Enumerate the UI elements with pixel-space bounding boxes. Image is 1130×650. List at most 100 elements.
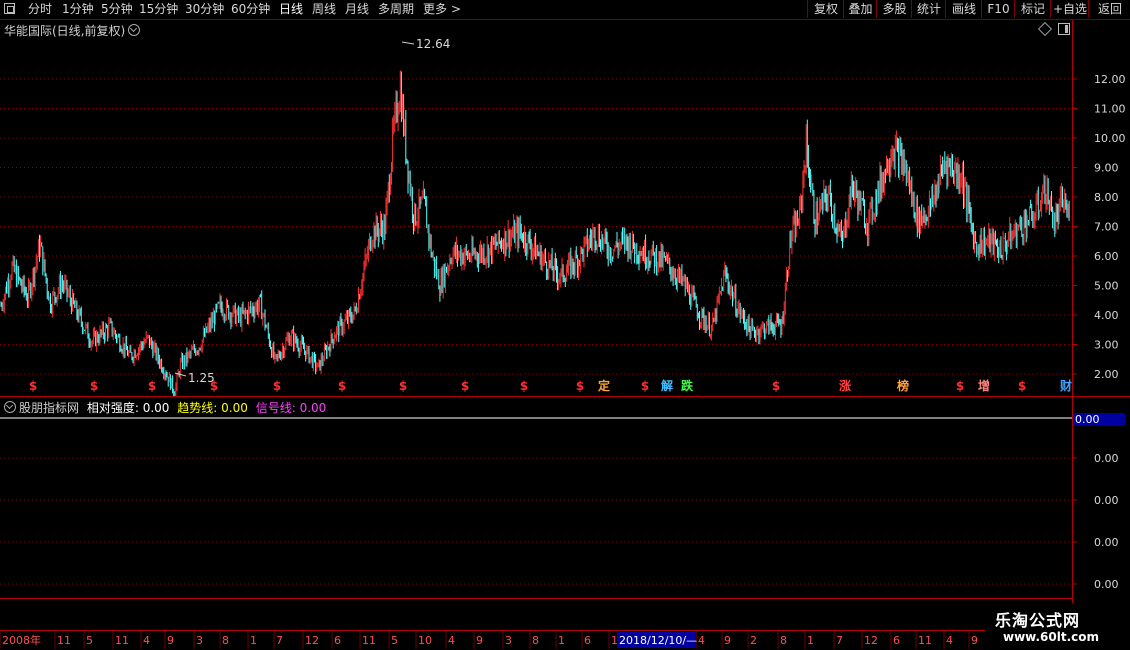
draw-line-button[interactable]: 画线 <box>945 0 982 18</box>
date-tick-label: 3 <box>505 634 512 647</box>
date-tick-label: 5 <box>391 634 398 647</box>
event-marker: 涨 <box>839 378 851 393</box>
event-marker: $ <box>399 379 407 393</box>
window-menu-icon[interactable] <box>4 3 15 14</box>
period-60min[interactable]: 60分钟 <box>231 1 270 17</box>
event-marker: $ <box>576 379 584 393</box>
date-tick-label: 11 <box>115 634 129 647</box>
date-tick-label: 7 <box>276 634 283 647</box>
event-marker: $ <box>772 379 780 393</box>
event-marker: 解 <box>661 378 673 393</box>
date-tick-label: 2 <box>750 634 757 647</box>
date-tick-label: 1 <box>807 634 814 647</box>
event-marker: $ <box>641 379 649 393</box>
kline-chart[interactable]: $ $ $ $ $ $ $ $ $ $ 定 $ 解跌 $ 涨榜 $ 增 $ 财 12.64 1.25 <box>0 20 1072 396</box>
price-tick-label: 10.00 <box>1094 132 1126 145</box>
date-tick-label: 6 <box>584 634 591 647</box>
period-1min[interactable]: 1分钟 <box>62 1 94 17</box>
add-watchlist-button[interactable]: +自选 <box>1050 0 1089 18</box>
date-axis: 2008年 11 5 11 4 9 3 8 1 7 12 6 11 5 10 4 9 3 8 1 6 1 4 9 2 8 1 7 12 6… <box>0 630 985 649</box>
event-marker: 榜 <box>897 378 909 393</box>
period-weekly[interactable]: 周线 <box>312 1 336 17</box>
event-marker: 财 <box>1059 378 1072 393</box>
date-tick-label: 3 <box>196 634 203 647</box>
event-marker: $ <box>956 379 964 393</box>
date-tick-label: 8 <box>532 634 539 647</box>
event-marker: $ <box>29 379 37 393</box>
event-marker: 增 <box>978 378 990 393</box>
mark-button[interactable]: 标记 <box>1014 0 1051 18</box>
event-marker: $ <box>461 379 469 393</box>
date-tick-label: 1 <box>611 634 618 647</box>
date-tick-label: 2008年 <box>2 633 41 647</box>
date-tick-label: 1 <box>250 634 257 647</box>
event-marker: $ <box>338 379 346 393</box>
date-tick-label: 7 <box>836 634 843 647</box>
period-intraday[interactable]: 分时 <box>28 1 52 17</box>
price-tick-label: 4.00 <box>1094 309 1119 322</box>
date-tick-label: 9 <box>971 634 978 647</box>
date-tick-label: 4 <box>143 634 150 647</box>
watermark-title: 乐淘公式网 <box>995 611 1081 630</box>
overlay-button[interactable]: 叠加 <box>843 0 877 18</box>
date-tick-label: 11 <box>57 634 71 647</box>
indicator-tick-label: 0.00 <box>1094 494 1119 507</box>
site-watermark: 乐淘公式网 www.60lt.com <box>985 603 1130 650</box>
date-tick-label: 6 <box>893 634 900 647</box>
period-monthly[interactable]: 月线 <box>345 1 369 17</box>
date-tick-label: 10 <box>418 634 432 647</box>
cursor-date-label: 2018/12/10/— <box>619 634 697 647</box>
price-tick-label: 6.00 <box>1094 250 1119 263</box>
multi-stock-button[interactable]: 多股 <box>876 0 912 18</box>
period-multi[interactable]: 多周期 <box>378 1 414 17</box>
price-tick-label: 12.00 <box>1094 73 1126 86</box>
price-tick-label: 3.00 <box>1094 339 1119 352</box>
date-tick-label: 1 <box>558 634 565 647</box>
f10-button[interactable]: F10 <box>981 0 1015 18</box>
price-tick-label: 11.00 <box>1094 103 1126 116</box>
date-tick-label: 4 <box>448 634 455 647</box>
event-marker: $ <box>1018 379 1026 393</box>
indicator-tick-label: 0.00 <box>1094 536 1119 549</box>
period-15min[interactable]: 15分钟 <box>139 1 178 17</box>
event-markers: $ $ $ $ $ $ $ $ $ $ 定 $ 解跌 $ 涨榜 $ 增 $ 财 <box>29 378 1072 393</box>
stats-button[interactable]: 统计 <box>911 0 946 18</box>
date-tick-label: 12 <box>864 634 878 647</box>
indicator-tick-label: 0.00 <box>1094 578 1119 591</box>
indicator-bottom-divider <box>0 598 1072 599</box>
adjust-button[interactable]: 复权 <box>807 0 844 18</box>
period-toolbar: 分时 1分钟 5分钟 15分钟 30分钟 60分钟 日线 周线 月线 多周期 更… <box>0 0 1130 20</box>
date-tick-label: 9 <box>724 634 731 647</box>
event-marker: 定 <box>598 378 610 393</box>
date-tick-label: 12 <box>305 634 319 647</box>
date-tick-label: 8 <box>222 634 229 647</box>
period-30min[interactable]: 30分钟 <box>185 1 224 17</box>
date-tick-label: 11 <box>918 634 932 647</box>
date-tick-label: 6 <box>334 634 341 647</box>
indicator-tick-label: 0.00 <box>1094 452 1119 465</box>
period-5min[interactable]: 5分钟 <box>101 1 133 17</box>
high-price-label: 12.64 <box>416 37 450 51</box>
event-marker: $ <box>90 379 98 393</box>
price-tick-label: 2.00 <box>1094 368 1119 381</box>
price-tick-label: 9.00 <box>1094 162 1119 175</box>
more-chevron-icon[interactable]: > <box>451 1 461 17</box>
back-button[interactable]: 返回 <box>1088 0 1130 18</box>
period-daily[interactable]: 日线 <box>279 1 303 17</box>
indicator-chart[interactable] <box>0 398 1072 598</box>
date-tick-label: 4 <box>946 634 953 647</box>
price-tick-label: 7.00 <box>1094 221 1119 234</box>
low-price-label: 1.25 <box>188 371 215 385</box>
event-marker: $ <box>520 379 528 393</box>
event-marker: $ <box>148 379 156 393</box>
extreme-labels: 12.64 1.25 <box>174 37 450 385</box>
indicator-current-value: 0.00 <box>1073 413 1125 426</box>
panel-divider[interactable] <box>0 396 1130 397</box>
date-tick-label: 5 <box>86 634 93 647</box>
period-more[interactable]: 更多 <box>423 1 447 17</box>
watermark-url: www.60lt.com <box>1003 630 1100 644</box>
price-tick-label: 8.00 <box>1094 191 1119 204</box>
high-leader-line <box>401 41 415 45</box>
date-tick-label: 8 <box>780 634 787 647</box>
price-axis-ticks: 12.00 11.00 10.00 9.00 8.00 7.00 6.00 5.00 4.00 3… <box>1073 73 1126 591</box>
